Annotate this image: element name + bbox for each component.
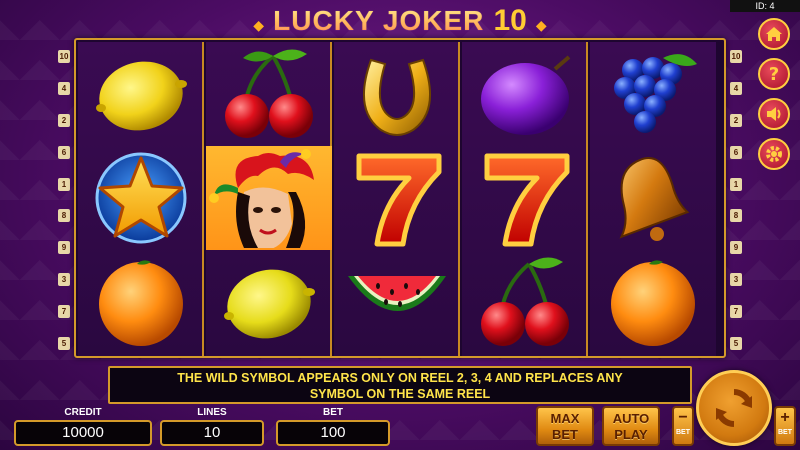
- bet-decrease-label: BET: [676, 429, 690, 436]
- title-diamond-icon: ◆: [535, 17, 547, 34]
- auto-play-label-line1: AUTO: [612, 411, 650, 426]
- orange-icon: [611, 260, 695, 346]
- payline-number[interactable]: 7: [58, 305, 70, 318]
- home-icon: [766, 27, 782, 41]
- symbol-seven: [334, 146, 460, 250]
- cherries-icon: [225, 49, 313, 138]
- payline-number[interactable]: 5: [58, 336, 70, 350]
- lemon-icon: [224, 269, 315, 339]
- payline-number[interactable]: 2: [730, 113, 742, 127]
- payline-number[interactable]: 8: [58, 209, 70, 223]
- settings-icon: [766, 146, 782, 162]
- info-message: THE WILD SYMBOL APPEARS ONLY ON REEL 2, …: [108, 366, 692, 404]
- payline-number[interactable]: 6: [730, 145, 742, 159]
- payline-number[interactable]: 7: [730, 305, 742, 318]
- bell-icon: [619, 157, 690, 241]
- watermelon-icon: [348, 276, 446, 311]
- payline-number[interactable]: 10: [58, 50, 70, 63]
- plum-icon: [481, 55, 571, 135]
- auto-play-button[interactable]: AUTO PLAY: [602, 406, 660, 446]
- symbol-cherries: [462, 250, 588, 354]
- max-bet-label-line1: MAX: [550, 411, 580, 426]
- info-message-line1: THE WILD SYMBOL APPEARS ONLY ON REEL 2, …: [177, 371, 623, 385]
- symbol-bell: [590, 146, 716, 250]
- symbol-grapes: [590, 42, 716, 146]
- title-number: 10: [493, 4, 527, 37]
- symbol-lemon: [206, 250, 332, 354]
- payline-number[interactable]: 9: [58, 241, 70, 255]
- bet-decrease-button[interactable]: − BET: [672, 406, 694, 446]
- horseshoe-icon: [362, 58, 432, 136]
- payline-number[interactable]: 4: [58, 81, 70, 95]
- reel-5: [590, 42, 716, 356]
- payline-number[interactable]: 10: [730, 50, 742, 63]
- symbol-seven: [462, 146, 588, 250]
- spin-icon: [716, 389, 752, 427]
- title-diamond-icon: ◆: [253, 17, 265, 34]
- home-button[interactable]: [758, 18, 790, 50]
- payline-number[interactable]: 2: [58, 113, 70, 127]
- title-text: LUCKY JOKER: [273, 5, 485, 36]
- game-title: ◆ LUCKY JOKER 10 ◆: [230, 4, 570, 38]
- payline-number[interactable]: 1: [58, 177, 70, 191]
- lemon-icon: [96, 61, 187, 131]
- reel-1: [78, 42, 204, 356]
- seven-icon: [356, 153, 442, 247]
- payline-number[interactable]: 1: [730, 177, 742, 191]
- grapes-icon: [614, 54, 697, 133]
- symbol-lemon: [78, 42, 204, 146]
- symbol-star: [78, 146, 204, 250]
- settings-button[interactable]: [758, 138, 790, 170]
- bet-increase-label: BET: [778, 429, 792, 436]
- max-bet-label-line2: BET: [552, 427, 578, 442]
- lines-label: LINES: [197, 407, 227, 418]
- lines-value[interactable]: 10: [160, 420, 264, 446]
- reel-2: [206, 42, 332, 356]
- bet-increase-button[interactable]: + BET: [774, 406, 796, 446]
- reel-4: [462, 42, 588, 356]
- symbol-plum: [462, 42, 588, 146]
- info-message-line2: SYMBOL ON THE SAME REEL: [309, 387, 491, 401]
- reels-frame: [74, 38, 726, 358]
- payline-number[interactable]: 3: [730, 273, 742, 287]
- symbol-horseshoe: [334, 42, 460, 146]
- payline-number[interactable]: 9: [730, 241, 742, 255]
- orange-icon: [99, 260, 183, 346]
- help-icon: ?: [768, 63, 780, 85]
- plus-icon: +: [780, 409, 790, 426]
- symbol-watermelon: [334, 250, 460, 354]
- payline-number[interactable]: 5: [730, 336, 742, 350]
- paylines-left: 10 4 2 6 1 8 9 3 7 5: [58, 50, 72, 350]
- cherries-icon: [481, 257, 569, 346]
- star-icon: [95, 152, 187, 244]
- minus-icon: −: [678, 409, 688, 426]
- help-button[interactable]: ?: [758, 58, 790, 90]
- symbol-cherries: [206, 42, 332, 146]
- auto-play-label-line2: PLAY: [614, 427, 648, 442]
- joker-icon: [209, 149, 314, 248]
- sound-button[interactable]: [758, 98, 790, 130]
- bet-value[interactable]: 100: [276, 420, 390, 446]
- credit-value: 10000: [14, 420, 152, 446]
- id-badge: ID: 4: [730, 0, 800, 12]
- payline-number[interactable]: 3: [58, 273, 70, 287]
- paylines-right: 10 4 2 6 1 8 9 3 7 5: [730, 50, 744, 350]
- max-bet-button[interactable]: MAX BET: [536, 406, 594, 446]
- bet-label: BET: [323, 407, 343, 418]
- payline-number[interactable]: 4: [730, 81, 742, 95]
- reel-3: [334, 42, 460, 356]
- symbol-joker-wild: [206, 146, 332, 250]
- sound-icon: [767, 107, 781, 121]
- payline-number[interactable]: 6: [58, 145, 70, 159]
- symbol-orange: [78, 250, 204, 354]
- credit-label: CREDIT: [64, 407, 102, 418]
- symbol-orange: [590, 250, 716, 354]
- payline-number[interactable]: 8: [730, 209, 742, 223]
- spin-button[interactable]: [696, 370, 772, 446]
- seven-icon: [484, 153, 570, 247]
